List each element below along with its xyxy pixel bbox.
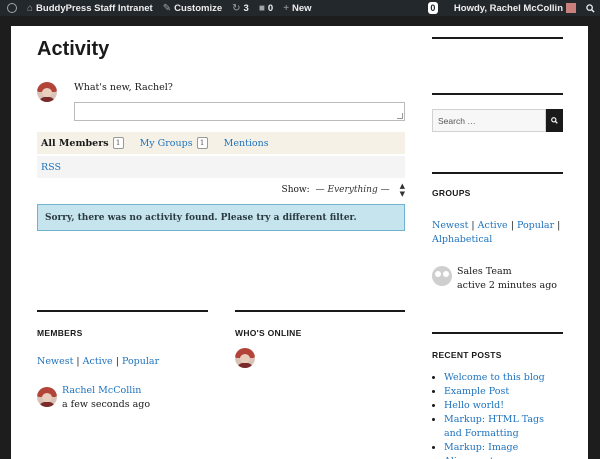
search-button[interactable] [546, 109, 563, 132]
tab-mentions[interactable]: Mentions [220, 138, 273, 149]
show-label: Show: [281, 185, 310, 195]
member-name-link[interactable]: Rachel McCollin [62, 385, 141, 396]
groups-widget-title: GROUPS [432, 188, 471, 198]
new-label: New [292, 2, 312, 14]
recent-posts-widget: RECENT POSTS [432, 350, 502, 360]
home-icon: ⌂ [27, 2, 34, 14]
group-avatar[interactable] [432, 266, 452, 286]
list-item: Markup: Image Alignment [444, 441, 563, 459]
notifications-menu[interactable]: 0 [423, 0, 449, 16]
brush-icon: ✎ [162, 2, 172, 14]
member-item: Rachel McCollin a few seconds ago [37, 385, 208, 415]
tab-all-members[interactable]: All Members 1 [37, 137, 128, 149]
customize-link[interactable]: ✎ Customize [158, 0, 227, 16]
plus-icon: + [283, 2, 290, 14]
activity-filter-tabs: All Members 1 My Groups 1 Mentions [37, 132, 405, 154]
tab-count: 1 [196, 137, 208, 149]
new-content-menu[interactable]: + New [278, 0, 316, 16]
recent-post-link[interactable]: Markup: Image Alignment [444, 442, 518, 459]
tab-count: 1 [112, 137, 124, 149]
comments-count: 0 [267, 2, 274, 14]
updown-arrow-icon: ▲ ▼ [399, 182, 405, 198]
comment-icon: ■ [258, 2, 265, 14]
group-filter-active[interactable]: Active [478, 220, 508, 231]
updates-icon: ↻ [232, 2, 241, 14]
groups-widget: GROUPS [432, 188, 471, 198]
recent-post-link[interactable]: Markup: HTML Tags and Formatting [444, 414, 544, 439]
recent-post-link[interactable]: Example Post [444, 386, 509, 397]
search-icon [586, 3, 595, 13]
search-form: Search … [432, 109, 563, 132]
group-name-link[interactable]: Sales Team [457, 265, 512, 279]
members-filter-newest[interactable]: Newest [37, 356, 73, 367]
widget-divider [37, 310, 208, 312]
widget-divider [432, 172, 563, 174]
recent-posts-list: Welcome to this blog Example Post Hello … [432, 371, 563, 459]
tab-my-groups[interactable]: My Groups 1 [136, 137, 212, 149]
activity-filter-select[interactable]: Show: — Everything — ▲ ▼ [282, 182, 405, 198]
wp-logo-menu[interactable] [0, 0, 22, 16]
group-filter-alphabetical[interactable]: Alphabetical [432, 234, 492, 245]
updates-link[interactable]: ↻ 3 [227, 0, 254, 16]
updates-count: 3 [243, 2, 249, 14]
tab-label: All Members [41, 137, 109, 149]
rss-bar: RSS [37, 156, 405, 178]
recent-post-link[interactable]: Hello world! [444, 400, 504, 411]
members-filter-popular[interactable]: Popular [122, 356, 159, 367]
group-filters: Newest | Active | Popular | Alphabetical [432, 220, 561, 245]
admin-bar: ⌂ BuddyPress Staff Intranet ✎ Customize … [0, 0, 600, 16]
members-widget: MEMBERS Newest | Active | Popular Rachel… [37, 310, 208, 415]
my-account-menu[interactable]: Howdy, Rachel McCollin [449, 0, 581, 16]
list-item: Hello world! [444, 399, 563, 413]
user-avatar[interactable] [37, 82, 57, 102]
admin-avatar [566, 3, 576, 13]
whats-new-label: What's new, Rachel? [74, 82, 173, 93]
widget-divider [432, 93, 563, 95]
widget-divider [432, 37, 563, 39]
rss-link[interactable]: RSS [41, 162, 61, 173]
group-activity-time: active 2 minutes ago [457, 280, 557, 291]
show-select-value: — Everything — [315, 185, 390, 195]
page-content: Activity What's new, Rachel? All Members… [11, 26, 588, 459]
notifications-count: 0 [427, 2, 438, 14]
tab-label: Mentions [223, 137, 269, 149]
group-filter-popular[interactable]: Popular [517, 220, 554, 231]
search-input[interactable]: Search … [432, 109, 546, 132]
site-name-menu[interactable]: ⌂ BuddyPress Staff Intranet [22, 0, 158, 16]
recent-posts-title: RECENT POSTS [432, 350, 502, 360]
recent-post-link[interactable]: Welcome to this blog [444, 372, 545, 383]
members-filter-active[interactable]: Active [83, 356, 113, 367]
group-filter-newest[interactable]: Newest [432, 220, 468, 231]
member-time: a few seconds ago [62, 399, 151, 410]
online-member-avatar[interactable] [235, 348, 255, 368]
tab-label: My Groups [139, 137, 193, 149]
widget-divider [235, 310, 405, 312]
page-title: Activity [37, 38, 110, 60]
widget-divider [432, 332, 563, 334]
list-item: Markup: HTML Tags and Formatting [444, 413, 563, 441]
whos-online-widget: WHO'S ONLINE [235, 310, 405, 368]
members-widget-title: MEMBERS [37, 328, 83, 338]
howdy-text: Howdy, Rachel McCollin [453, 2, 563, 14]
list-item: Welcome to this blog [444, 371, 563, 385]
member-avatar[interactable] [37, 387, 57, 407]
no-activity-notice: Sorry, there was no activity found. Plea… [37, 204, 405, 231]
search-icon [551, 117, 558, 124]
comments-link[interactable]: ■ 0 [254, 0, 278, 16]
list-item: Example Post [444, 385, 563, 399]
customize-label: Customize [174, 2, 223, 14]
members-filters: Newest | Active | Popular [37, 356, 160, 367]
wordpress-icon [7, 3, 17, 13]
whos-online-title: WHO'S ONLINE [235, 328, 302, 338]
adminbar-search[interactable] [581, 0, 600, 16]
site-name: BuddyPress Staff Intranet [36, 2, 153, 14]
whats-new-textarea[interactable] [74, 102, 405, 121]
